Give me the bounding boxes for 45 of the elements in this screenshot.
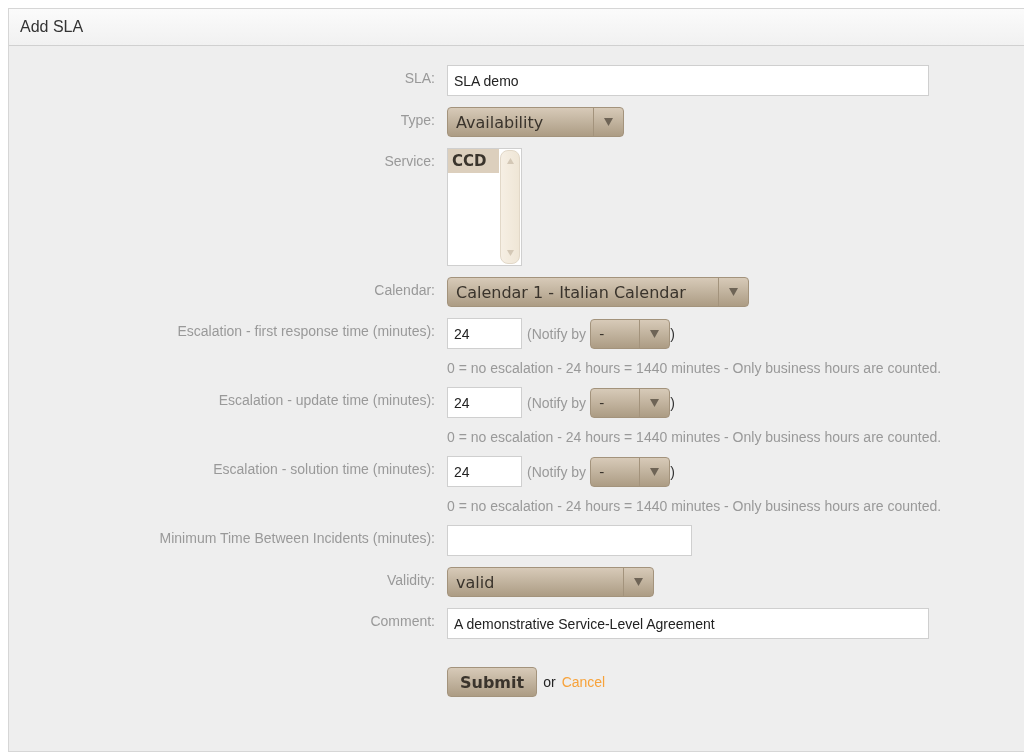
caret-icon xyxy=(729,288,738,296)
panel-title: Add SLA xyxy=(20,18,84,36)
dropdown[interactable]: Calendar 1 - Italian Calendar xyxy=(447,277,749,307)
hint-text: 0 = no escalation - 24 hours = 1440 minutes - Only business hours are counted. xyxy=(447,498,942,514)
caret-icon xyxy=(650,329,660,338)
dropdown[interactable]: Availability xyxy=(447,107,624,137)
field-label: Escalation - solution time (minutes): xyxy=(212,460,435,479)
caret-icon xyxy=(634,578,643,586)
text-field[interactable] xyxy=(447,525,692,556)
notify-label: (Notify by xyxy=(527,325,587,342)
caret-icon xyxy=(604,118,613,126)
scrollbar[interactable] xyxy=(500,150,520,264)
minutes-field[interactable]: 24 xyxy=(447,318,522,349)
text-field[interactable]: A demonstrative Service-Level Agreement xyxy=(447,608,929,639)
caret-icon xyxy=(650,467,660,476)
notify-label: (Notify by xyxy=(527,394,587,411)
notify-dropdown[interactable]: - xyxy=(590,456,671,487)
closing-paren: ) xyxy=(670,325,675,342)
closing-paren: ) xyxy=(670,394,675,411)
field-label: Escalation - first response time (minutes): xyxy=(176,322,435,341)
field-label: SLA: xyxy=(403,69,435,88)
notify-dropdown[interactable]: - xyxy=(590,387,671,418)
minutes-field[interactable]: 24 xyxy=(447,387,522,418)
minutes-field[interactable]: 24 xyxy=(447,456,522,487)
or-text: or xyxy=(543,674,556,690)
field-label: Validity: xyxy=(386,571,435,590)
field-label: Service: xyxy=(383,152,435,171)
text-field[interactable]: SLA demo xyxy=(447,65,929,96)
hint-text: 0 = no escalation - 24 hours = 1440 minutes - Only business hours are counted. xyxy=(447,360,942,376)
caret-icon xyxy=(650,398,660,407)
closing-paren: ) xyxy=(670,463,675,480)
notify-label: (Notify by xyxy=(527,463,587,480)
service-listbox[interactable]: CCD xyxy=(447,148,522,266)
scroll-up-icon[interactable] xyxy=(506,158,514,164)
field-label: Comment: xyxy=(369,612,435,631)
field-label: Escalation - update time (minutes): xyxy=(217,391,435,410)
field-label: Calendar: xyxy=(373,281,435,300)
submit-button[interactable]: Submit xyxy=(447,667,538,697)
dropdown[interactable]: valid xyxy=(447,567,654,597)
list-option[interactable]: CCD xyxy=(448,149,499,173)
field-label: Type: xyxy=(399,111,435,130)
hint-text: 0 = no escalation - 24 hours = 1440 minutes - Only business hours are counted. xyxy=(447,429,942,445)
field-label: Minimum Time Between Incidents (minutes): xyxy=(158,529,435,548)
scroll-down-icon[interactable] xyxy=(506,250,514,256)
notify-dropdown[interactable]: - xyxy=(590,318,671,349)
